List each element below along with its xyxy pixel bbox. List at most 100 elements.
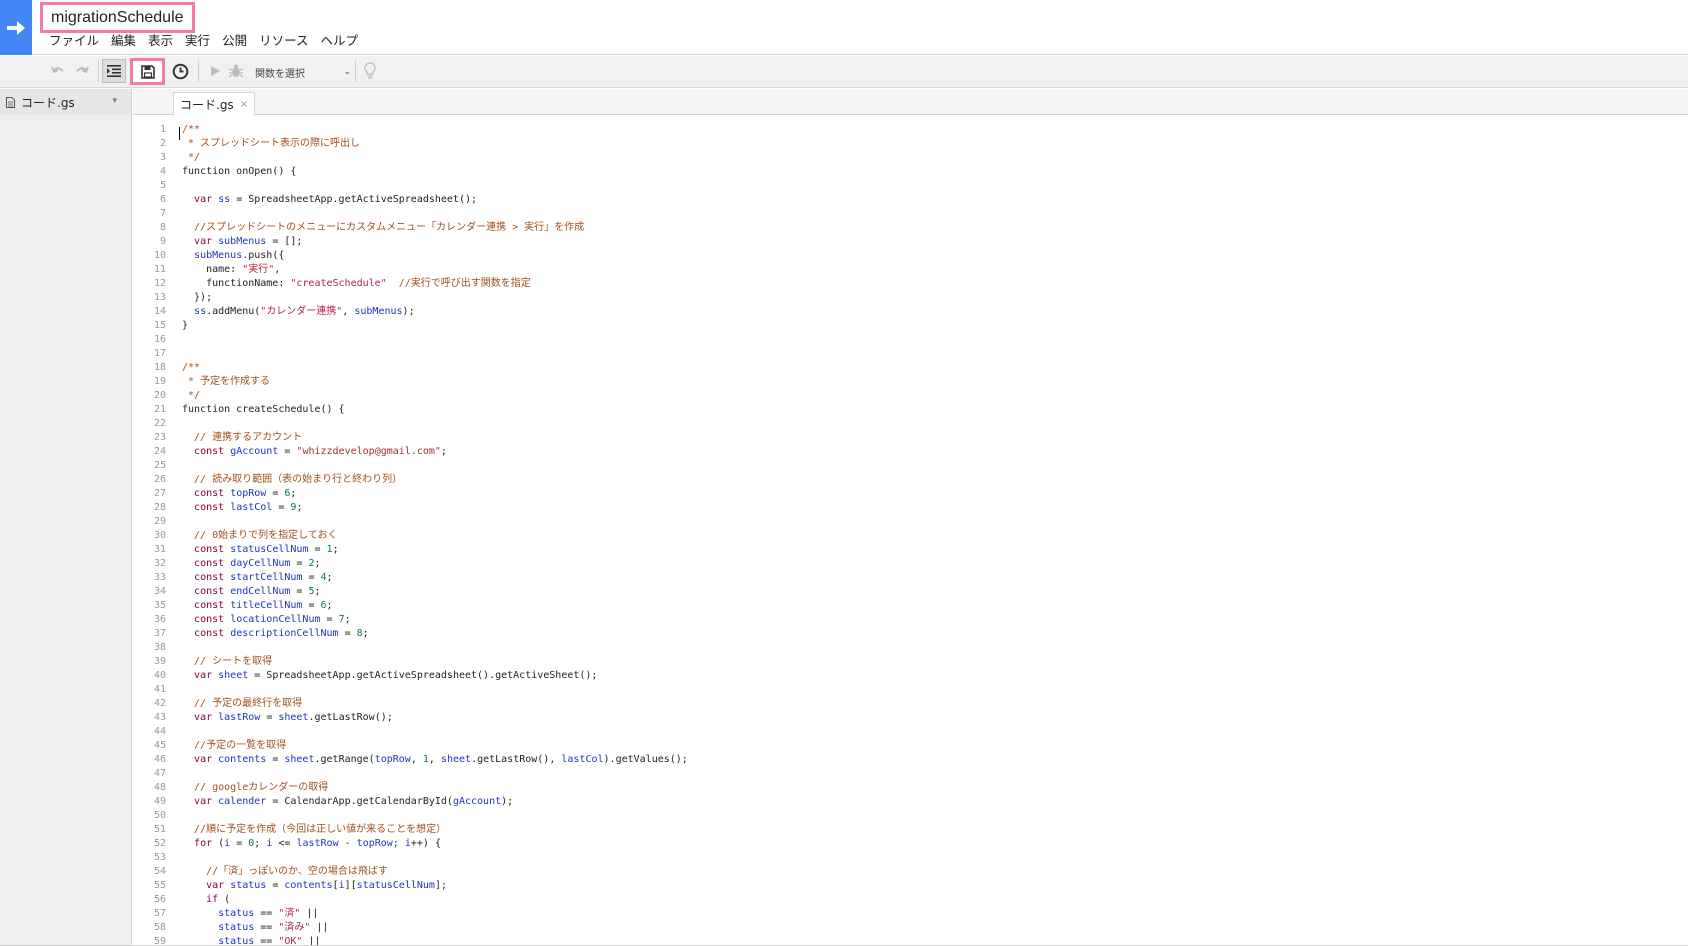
code-line[interactable]: 32 const dayCellNum = 2; (133, 557, 1688, 571)
code-line[interactable]: 24 const gAccount = "whizzdevelop@gmail.… (133, 445, 1688, 459)
code-line[interactable]: 28 const lastCol = 9; (133, 501, 1688, 515)
code-line[interactable]: 26 // 読み取り範囲（表の始まり行と終わり列） (133, 473, 1688, 487)
code-line[interactable]: 48 // googleカレンダーの取得 (133, 781, 1688, 795)
code-line[interactable]: 44 (133, 725, 1688, 739)
menu-publish[interactable]: 公開 (216, 32, 253, 50)
code-line[interactable]: 18 /** (133, 361, 1688, 375)
project-title[interactable]: migrationSchedule (51, 9, 184, 27)
code-line[interactable]: 7 (133, 207, 1688, 221)
line-source: var contents = sheet.getRange(topRow, 1,… (182, 753, 688, 767)
code-line[interactable]: 51 //順に予定を作成（今回は正しい値が来ることを想定） (133, 823, 1688, 837)
menu-edit[interactable]: 編集 (105, 32, 142, 50)
code-line[interactable]: 27 const topRow = 6; (133, 487, 1688, 501)
code-line[interactable]: 36 const locationCellNum = 7; (133, 613, 1688, 627)
code-line[interactable]: 11 name: "実行", (133, 263, 1688, 277)
code-line[interactable]: 12 functionName: "createSchedule" //実行で呼… (133, 277, 1688, 291)
code-line[interactable]: 15} (133, 319, 1688, 333)
code-token: <= (272, 838, 297, 849)
tab-close-icon[interactable]: × (240, 99, 248, 110)
code-line[interactable]: 9 var subMenus = []; (133, 235, 1688, 249)
code-line[interactable]: 6 var ss = SpreadsheetApp.getActiveSprea… (133, 193, 1688, 207)
line-number: 55 (153, 880, 166, 891)
code-token: .getLastRow(); (308, 712, 393, 723)
code-token: topRow (356, 838, 393, 849)
menu-run[interactable]: 実行 (179, 32, 216, 50)
code-line[interactable]: 39 // シートを取得 (133, 655, 1688, 669)
code-line[interactable]: 25 (133, 459, 1688, 473)
code-line[interactable]: 38 (133, 641, 1688, 655)
menu-file[interactable]: ファイル (43, 32, 105, 50)
code-area[interactable]: 1/** 2 * スプレッドシート表示の際に呼出し 3 */4 function on… (133, 123, 1688, 946)
code-line[interactable]: 14 ss.addMenu("カレンダー連携", subMenus); (133, 305, 1688, 319)
code-line[interactable]: 35 const titleCellNum = 6; (133, 599, 1688, 613)
code-line[interactable]: 55 var status = contents[i][statusCellNu… (133, 879, 1688, 893)
code-line[interactable]: 54 //「済」っぽいのか、空の場合は飛ばす (133, 865, 1688, 879)
code-line[interactable]: 22 (133, 417, 1688, 431)
code-token: "カレンダー連携" (260, 306, 343, 317)
menu-resources[interactable]: リソース (253, 32, 314, 50)
code-line[interactable]: 13 }); (133, 291, 1688, 305)
code-line[interactable]: 30 // 0始まりで列を指定しておく (133, 529, 1688, 543)
code-line[interactable]: 34 const endCellNum = 5; (133, 585, 1688, 599)
code-line[interactable]: 21 function createSchedule() { (133, 403, 1688, 417)
line-source: //「済」っぽいのか、空の場合は飛ばす (182, 865, 388, 879)
save-button[interactable] (130, 58, 165, 85)
line-number: 41 (153, 684, 166, 695)
code-line[interactable]: 50 (133, 809, 1688, 823)
code-line[interactable]: 16 (133, 333, 1688, 347)
code-token: //順に予定を作成（今回は正しい値が来ることを想定） (182, 824, 447, 835)
code-line[interactable]: 42 // 予定の最終行を取得 (133, 697, 1688, 711)
code-token: ( (212, 838, 225, 849)
code-line[interactable]: 8 //スプレッドシートのメニューにカスタムメニュー「カレンダー連携 > 実行」… (133, 221, 1688, 235)
menu-view[interactable]: 表示 (142, 32, 179, 50)
code-token: * スプレッドシート表示の際に呼出し (182, 138, 361, 149)
file-menu-caret-icon[interactable]: ▾ (112, 96, 117, 106)
code-line[interactable]: 2 * スプレッドシート表示の際に呼出し (133, 137, 1688, 151)
code-line[interactable]: 33 const startCellNum = 4; (133, 571, 1688, 585)
redo-button[interactable] (70, 59, 94, 83)
code-line[interactable]: 40 var sheet = SpreadsheetApp.getActiveS… (133, 669, 1688, 683)
code-line[interactable]: 3 */ (133, 151, 1688, 165)
file-item-code-gs[interactable]: コード.gs ▾ (0, 89, 131, 115)
project-title-box[interactable]: migrationSchedule (40, 2, 195, 33)
code-line[interactable]: 52 for (i = 0; i <= lastRow - topRow; i+… (133, 837, 1688, 851)
code-line[interactable]: 46 var contents = sheet.getRange(topRow,… (133, 753, 1688, 767)
code-token: = (266, 880, 285, 891)
code-line[interactable]: 41 (133, 683, 1688, 697)
function-select[interactable]: 関数を選択 ⌄ (255, 62, 351, 82)
line-number: 7 (159, 208, 166, 219)
apps-script-logo[interactable] (0, 0, 32, 55)
line-number: 22 (153, 418, 166, 429)
code-line[interactable]: 56 if ( (133, 893, 1688, 907)
lightbulb-button[interactable] (358, 59, 382, 83)
triggers-button[interactable] (168, 59, 192, 83)
line-number: 29 (153, 516, 166, 527)
code-line[interactable]: 31 const statusCellNum = 1; (133, 543, 1688, 557)
code-line[interactable]: 57 status == "済" || (133, 907, 1688, 921)
code-token: - (338, 838, 357, 849)
code-line[interactable]: 47 (133, 767, 1688, 781)
indent-button[interactable] (102, 59, 126, 83)
code-line[interactable]: 37 const descriptionCellNum = 8; (133, 627, 1688, 641)
code-line[interactable]: 53 (133, 851, 1688, 865)
code-line[interactable]: 49 var calender = CalendarApp.getCalenda… (133, 795, 1688, 809)
code-line[interactable]: 1 /** (133, 123, 1688, 137)
code-line[interactable]: 4 function onOpen() { (133, 165, 1688, 179)
code-line[interactable]: 23 // 連携するアカウント (133, 431, 1688, 445)
code-line[interactable]: 58 status == "済み" || (133, 921, 1688, 935)
code-line[interactable]: 45 //予定の一覧を取得 (133, 739, 1688, 753)
undo-button[interactable] (46, 59, 70, 83)
code-line[interactable]: 43 var lastRow = sheet.getLastRow(); (133, 711, 1688, 725)
code-line[interactable]: 17 (133, 347, 1688, 361)
code-line[interactable]: 10 subMenus.push({ (133, 249, 1688, 263)
debug-button[interactable] (224, 59, 248, 83)
code-token: ; (254, 838, 267, 849)
code-line[interactable]: 5 (133, 179, 1688, 193)
line-number: 35 (153, 600, 166, 611)
code-line[interactable]: 19 * 予定を作成する (133, 375, 1688, 389)
code-line[interactable]: 29 (133, 515, 1688, 529)
code-editor: コード.gs × 1/** 2 * スプレッドシート表示の際に呼出し 3 */4 fu… (133, 89, 1688, 946)
menu-help[interactable]: ヘルプ (314, 32, 364, 50)
code-line[interactable]: 20 */ (133, 389, 1688, 403)
tab-code-gs[interactable]: コード.gs × (173, 92, 256, 116)
